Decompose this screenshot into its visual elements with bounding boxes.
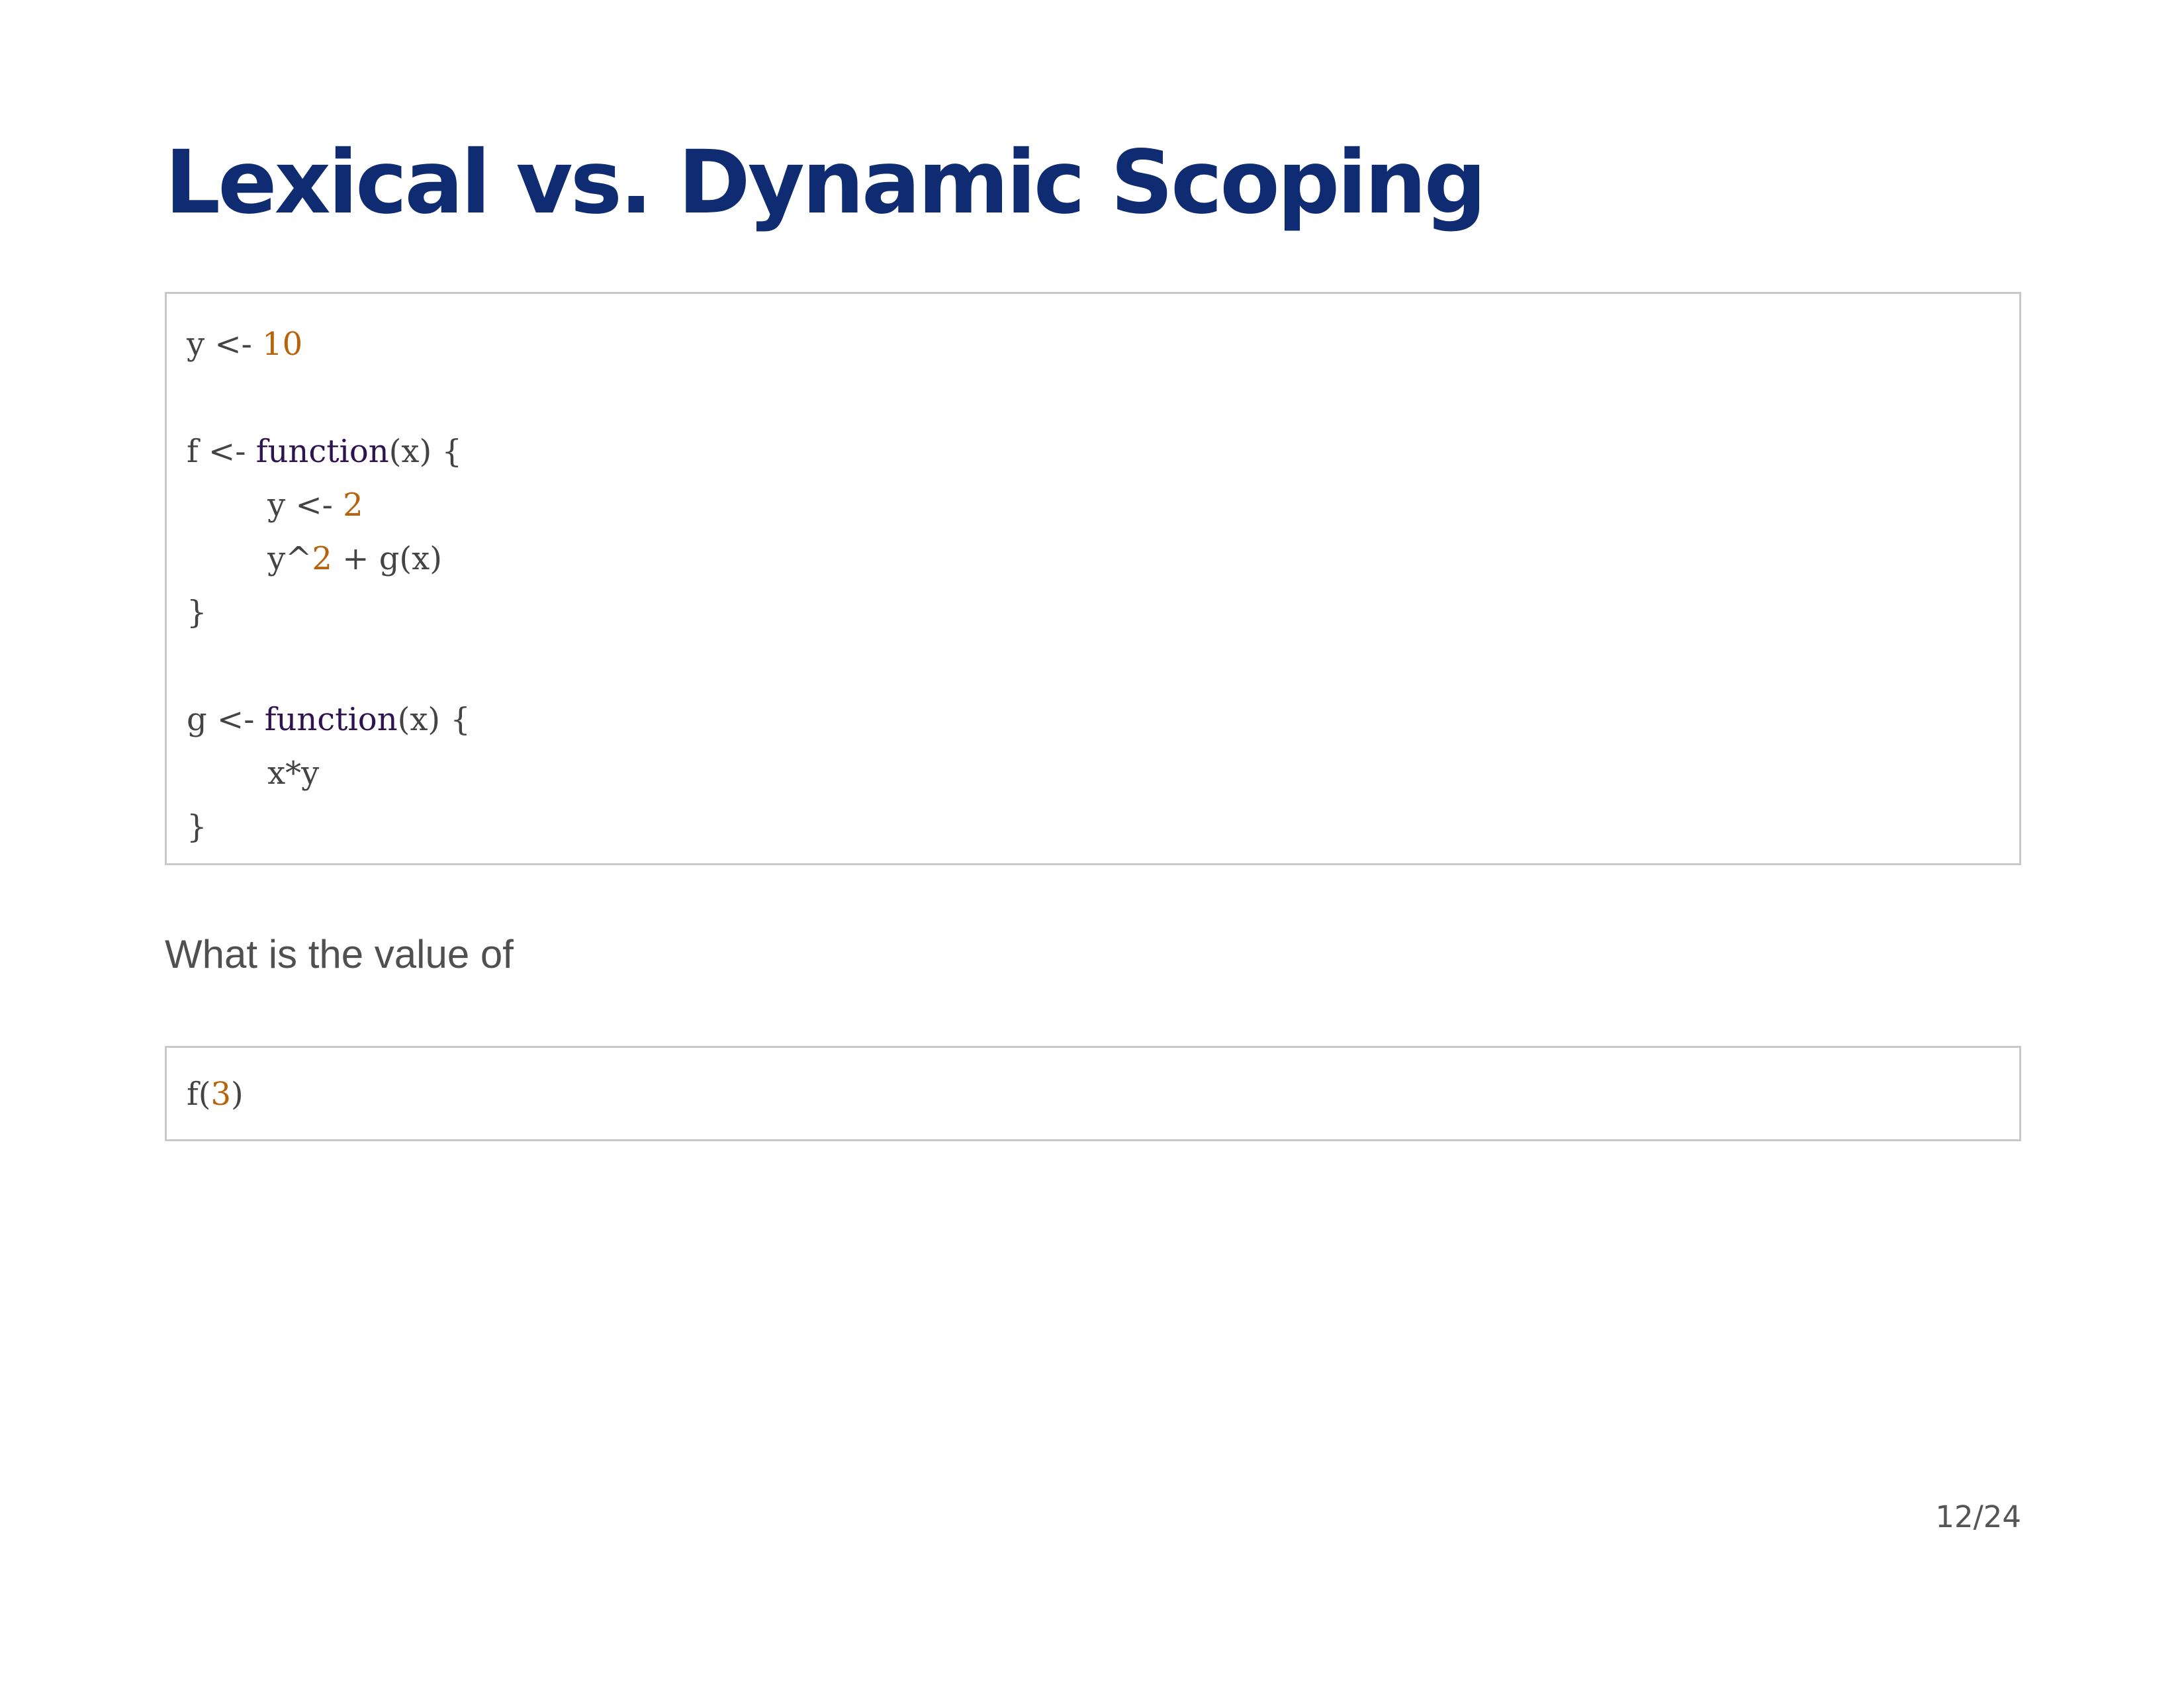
code-token: x*y <box>187 755 320 792</box>
code-block-definitions: y <- 10 f <- function(x) { y <- 2 y^2 + … <box>165 292 2021 865</box>
slide: Lexical vs. Dynamic Scoping y <- 10 f <-… <box>0 0 2184 1688</box>
question-text: What is the value of <box>165 932 514 976</box>
code-token: } <box>187 808 207 845</box>
code-token: y <- <box>187 487 343 524</box>
code-token: f( <box>187 1076 211 1113</box>
code-number: 10 <box>262 326 303 363</box>
code-token: ) <box>231 1076 244 1113</box>
code-number: 2 <box>312 540 332 577</box>
code-text: y <- 10 f <- function(x) { y <- 2 y^2 + … <box>187 318 471 854</box>
code-token: (x) { <box>397 701 471 738</box>
code-token: y <- <box>187 326 263 363</box>
code-block-call: f(3) <box>165 1046 2021 1141</box>
code-token: f <- <box>187 433 256 470</box>
code-text: f(3) <box>187 1068 244 1121</box>
code-token: } <box>187 594 207 631</box>
code-token: y^ <box>187 540 312 577</box>
code-keyword: function <box>264 701 398 738</box>
code-token: + g(x) <box>332 540 442 577</box>
code-number: 3 <box>210 1076 232 1113</box>
code-token: (x) { <box>388 433 462 470</box>
slide-title: Lexical vs. Dynamic Scoping <box>165 132 1486 234</box>
code-token: g <- <box>187 701 265 738</box>
code-number: 2 <box>343 487 363 524</box>
code-keyword: function <box>255 433 389 470</box>
page-number: 12/24 <box>1935 1499 2021 1534</box>
